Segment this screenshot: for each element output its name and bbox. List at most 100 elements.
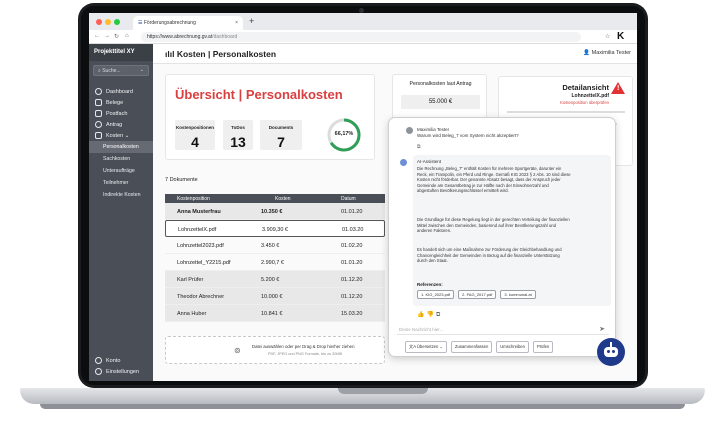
table-row[interactable]: LohnzettelX.pdf 3.909,30 €01.03.20 [165,220,385,237]
assistant-paragraph: Es handelt sich um eine Maßnahme zur För… [417,247,562,264]
close-window-icon[interactable] [96,19,102,25]
copy-icon[interactable]: ⧉ [417,144,421,150]
url-host: https://www.abrechnung.gv.at [147,34,213,40]
chat-input[interactable]: Deine Nachricht hier... ➤ [397,324,609,335]
warning-icon: ! [611,82,625,94]
file-dropzone[interactable]: ⊚ Datei auswählen oder per Drag & Drop h… [165,336,385,364]
screen: ☰ Förderungsabrechnung × + ← → ↻ ⌂ https… [89,13,637,381]
page-header: ılıl Kosten | Personalkosten 👤 Maximilia… [153,44,637,64]
translate-button[interactable]: 文A Übersetzen ⌄ [405,341,447,353]
antrag-label: Personalkosten laut Antrag [409,81,472,87]
sidebar-subitem-indirekte-kosten[interactable]: Indirekte Kosten [89,189,153,201]
user-icon: 👤 [583,50,592,56]
user-menu[interactable]: 👤 Maximilia Tester [583,50,631,56]
table-row[interactable]: Lohnzettel2023.pdf 3.450 €01.02.20 [165,237,385,254]
mail-icon [95,110,102,117]
address-bar-row: ← → ↻ ⌂ https://www.abrechnung.gv.at/das… [89,30,637,44]
assistant-bot-button[interactable] [597,338,625,366]
progress-label: 66,17% [334,131,354,137]
table-row[interactable]: Karl Prüfer 5.200 €01.12.20 [165,271,385,288]
sidebar-item-konto[interactable]: Konto [89,355,153,366]
sidebar-item-einstellungen[interactable]: Einstellungen [89,366,153,377]
chat-user-name: Maximilia Tester [417,127,450,132]
sidebar-item-postfach[interactable]: Postfach [89,108,153,119]
dropzone-text: Datei auswählen oder per Drag & Drop hie… [252,344,355,349]
maximize-window-icon[interactable] [114,19,120,25]
chat-actions: 文A Übersetzen ⌄ Zusammenfassen Umschreib… [405,341,554,353]
sidebar-item-belege[interactable]: Belege [89,97,153,108]
home-icon[interactable]: ⌂ [125,33,129,39]
dropzone-hint: PDF, JPEG und PNG Formate, bis zu 20MB [268,352,343,356]
rewrite-button[interactable]: Umschreiben [496,341,529,353]
chart-icon [95,132,102,139]
references-label: Referenzen: [417,282,443,287]
send-icon[interactable]: ➤ [599,325,605,333]
upload-icon: ⊚ [234,346,241,355]
url-path: /dashboard [212,34,238,40]
document-count: 7 Dokumente [165,177,198,183]
forward-icon[interactable]: → [104,33,110,39]
table-row[interactable]: Theodor Abrechner 10.000 €01.12.20 [165,288,385,305]
chat-input-placeholder: Deine Nachricht hier... [399,327,444,332]
search-input[interactable]: ⌕ Suche... ⌄ [93,65,149,76]
table-row[interactable]: Lohnzettel_Y2215.pdf 2.990,7 €01.01.20 [165,254,385,271]
sidebar-bottom: Konto Einstellungen [89,355,153,377]
bookmark-star-icon[interactable]: ☆ [605,33,610,40]
overview-card: Übersicht | Personalkosten Kostenpositio… [165,74,375,160]
kpi-label: ToDos [231,125,245,130]
kpi-value: 4 [191,134,199,150]
chevron-down-icon: ⌄ [139,67,144,73]
back-icon[interactable]: ← [94,33,100,39]
user-avatar [406,127,413,134]
reference-link[interactable]: 3. kommunal.at [500,290,536,299]
reference-link[interactable]: 1. KIG_2023.pdf [417,290,455,299]
check-button[interactable]: Prüfen [532,341,554,353]
chat-user-message: Warum wird Beleg_7 vom System nicht akze… [417,133,519,138]
assistant-avatar [400,159,407,166]
pin-icon [95,121,102,128]
documents-table: Kostenposition Kosten Datum Anna Musterf… [165,194,385,322]
url-field[interactable]: https://www.abrechnung.gv.at/dashboard [141,32,581,42]
summarize-button[interactable]: Zusammenfassen [451,341,493,353]
browser-tab[interactable]: ☰ Förderungsabrechnung × [133,16,243,30]
sidebar-subitem-teilnehmer[interactable]: Teilnehmer [89,177,153,189]
sidebar-item-antrag[interactable]: Antrag [89,119,153,130]
reload-icon[interactable]: ↻ [114,33,119,40]
account-icon [95,357,102,364]
minimize-window-icon[interactable] [105,19,111,25]
detail-filename: LohnzettelX.pdf [571,93,610,99]
sidebar-subitem-personalkosten[interactable]: Personalkosten [89,141,153,153]
laptop-base [20,388,705,404]
assistant-message: AI-Assistent Die Rechnung „Beleg_7“ enth… [413,155,611,306]
sidebar: Projekttitel XY ⌕ Suche... ⌄ Dashboard B… [89,44,153,381]
thumbs-down-icon[interactable]: 👎 [426,312,435,318]
sidebar-subitem-sachkosten[interactable]: Sachkosten [89,153,153,165]
reference-link[interactable]: 2. FAG_2017.pdf [458,290,497,299]
page-title: ılıl Kosten | Personalkosten [165,49,277,59]
sidebar-item-dashboard[interactable]: Dashboard [89,86,153,97]
profile-icon[interactable]: K [617,31,624,42]
robot-icon [604,347,618,357]
chat-panel: Maximilia Tester Warum wird Beleg_7 vom … [388,117,616,357]
browser-tabbar: ☰ Förderungsabrechnung × + [89,13,637,30]
kpi-value: 13 [230,134,246,150]
table-header: Kostenposition Kosten Datum [165,194,385,203]
tab-close-icon[interactable]: × [235,20,238,26]
assistant-paragraph: Die Rechnung „Beleg_7“ enthält Kosten fü… [417,166,571,194]
search-placeholder: Suche... [102,68,121,74]
bar-chart-icon: ılıl [165,49,177,59]
sidebar-item-kosten[interactable]: Kosten ⌄ [89,130,153,141]
table-row[interactable]: Anna Musterfrau 10.350 €01.01.20 [165,203,385,220]
kpi-label: Documents [268,125,294,130]
assistant-paragraph: Die Grundlage für diese Regelung liegt i… [417,217,570,234]
sidebar-subitem-unterauftraege[interactable]: Unteraufträge [89,165,153,177]
project-title[interactable]: Projekttitel XY [89,44,153,61]
detail-status: Kostenposition überprüfen [560,100,609,105]
gear-icon [95,368,102,375]
document-icon [95,99,102,106]
new-tab-button[interactable]: + [249,16,254,26]
kpi-label: Kostenpositionen [176,125,214,130]
table-row[interactable]: Anna Huber 10.841 €15.03.20 [165,305,385,322]
copy-icon[interactable]: ⧉ [436,312,442,318]
assistant-name: AI-Assistent [417,159,442,164]
